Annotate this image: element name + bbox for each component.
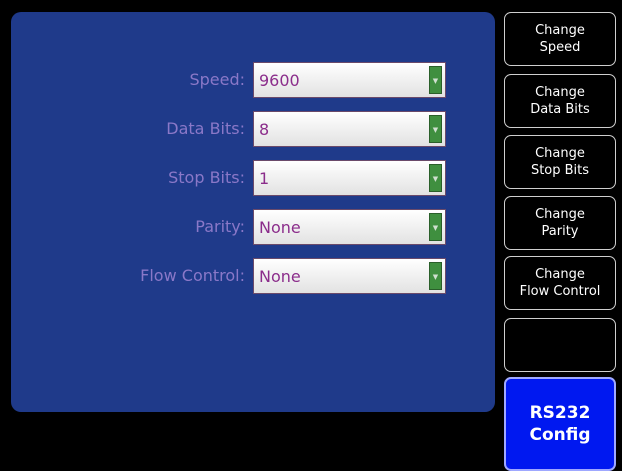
rs232-config-button[interactable]: RS232 Config bbox=[504, 377, 616, 471]
dropdown-arrow-icon[interactable]: ▼ bbox=[429, 262, 442, 290]
flow-control-row: Flow Control: None ▼ bbox=[11, 258, 495, 296]
stop-bits-value: 1 bbox=[259, 169, 270, 188]
dropdown-arrow-icon[interactable]: ▼ bbox=[429, 164, 442, 192]
button-label-line2: Config bbox=[529, 425, 591, 445]
data-bits-row: Data Bits: 8 ▼ bbox=[11, 111, 495, 149]
change-data-bits-button[interactable]: Change Data Bits bbox=[504, 74, 616, 128]
button-label-line2: Parity bbox=[541, 224, 579, 239]
button-label-line2: Flow Control bbox=[519, 284, 601, 299]
speed-dropdown[interactable]: 9600 ▼ bbox=[253, 62, 446, 98]
dropdown-arrow-icon[interactable]: ▼ bbox=[429, 66, 442, 94]
button-label-line2: Data Bits bbox=[530, 102, 590, 117]
button-label-line1: Change bbox=[535, 85, 585, 100]
speed-row: Speed: 9600 ▼ bbox=[11, 62, 495, 100]
parity-row: Parity: None ▼ bbox=[11, 209, 495, 247]
button-label-line1: Change bbox=[535, 23, 585, 38]
change-flow-control-button[interactable]: Change Flow Control bbox=[504, 256, 616, 310]
data-bits-value: 8 bbox=[259, 120, 270, 139]
flow-control-dropdown[interactable]: None ▼ bbox=[253, 258, 446, 294]
parity-value: None bbox=[259, 218, 301, 237]
button-label-line1: Change bbox=[535, 207, 585, 222]
dropdown-arrow-icon[interactable]: ▼ bbox=[429, 213, 442, 241]
speed-label: Speed: bbox=[189, 70, 245, 89]
change-speed-button[interactable]: Change Speed bbox=[504, 12, 616, 66]
button-label-line1: Change bbox=[535, 267, 585, 282]
change-parity-button[interactable]: Change Parity bbox=[504, 196, 616, 250]
parity-label: Parity: bbox=[195, 217, 245, 236]
data-bits-label: Data Bits: bbox=[166, 119, 245, 138]
stop-bits-label: Stop Bits: bbox=[168, 168, 245, 187]
data-bits-dropdown[interactable]: 8 ▼ bbox=[253, 111, 446, 147]
stop-bits-dropdown[interactable]: 1 ▼ bbox=[253, 160, 446, 196]
flow-control-label: Flow Control: bbox=[140, 266, 245, 285]
button-label-line2: Speed bbox=[539, 40, 581, 55]
button-label-line2: Stop Bits bbox=[530, 163, 590, 178]
speed-value: 9600 bbox=[259, 71, 300, 90]
button-label-line1: RS232 bbox=[529, 403, 591, 423]
flow-control-value: None bbox=[259, 267, 301, 286]
change-stop-bits-button[interactable]: Change Stop Bits bbox=[504, 135, 616, 189]
stop-bits-row: Stop Bits: 1 ▼ bbox=[11, 160, 495, 198]
blank-button[interactable] bbox=[504, 318, 616, 372]
settings-panel: Speed: 9600 ▼ Data Bits: 8 ▼ Stop Bits: … bbox=[11, 12, 495, 412]
dropdown-arrow-icon[interactable]: ▼ bbox=[429, 115, 442, 143]
parity-dropdown[interactable]: None ▼ bbox=[253, 209, 446, 245]
button-label-line1: Change bbox=[535, 146, 585, 161]
